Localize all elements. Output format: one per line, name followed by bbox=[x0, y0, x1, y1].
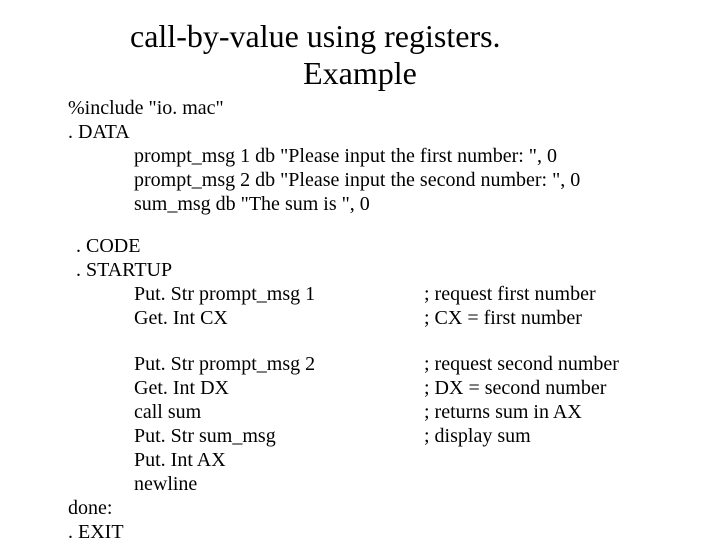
code-line: Put. Str sum_msg ; display sum bbox=[68, 424, 720, 448]
data-decl-1: prompt_msg 1 db "Please input the first … bbox=[68, 144, 720, 168]
code-section-label: . CODE bbox=[68, 234, 720, 258]
code-line: Get. Int CX ; CX = first number bbox=[68, 306, 720, 330]
slide-title: call-by-value using registers. Example bbox=[60, 18, 660, 92]
title-line-2: Example bbox=[60, 55, 660, 92]
comment: ; CX = first number bbox=[424, 306, 720, 330]
comment: ; request second number bbox=[424, 352, 720, 376]
code-line: Put. Str prompt_msg 1 ; request first nu… bbox=[68, 282, 720, 306]
instruction: newline bbox=[134, 472, 424, 496]
code-line: call sum ; returns sum in AX bbox=[68, 400, 720, 424]
title-line-1: call-by-value using registers. bbox=[130, 18, 660, 55]
instruction: call sum bbox=[134, 400, 424, 424]
spacer bbox=[68, 216, 720, 234]
instruction: Get. Int DX bbox=[134, 376, 424, 400]
code-line: Put. Str prompt_msg 2 ; request second n… bbox=[68, 352, 720, 376]
instruction: Put. Int AX bbox=[134, 448, 424, 472]
comment: ; returns sum in AX bbox=[424, 400, 720, 424]
instruction: Get. Int CX bbox=[134, 306, 424, 330]
done-label: done: bbox=[68, 496, 720, 520]
data-decl-3: sum_msg db "The sum is ", 0 bbox=[68, 192, 720, 216]
comment bbox=[424, 472, 720, 496]
code-line: Get. Int DX ; DX = second number bbox=[68, 376, 720, 400]
data-section-label: . DATA bbox=[68, 120, 720, 144]
comment bbox=[424, 448, 720, 472]
data-decl-2: prompt_msg 2 db "Please input the second… bbox=[68, 168, 720, 192]
comment: ; request first number bbox=[424, 282, 720, 306]
code-line: Put. Int AX bbox=[68, 448, 720, 472]
spacer bbox=[68, 330, 720, 352]
instruction: Put. Str prompt_msg 2 bbox=[134, 352, 424, 376]
include-directive: %include "io. mac" bbox=[68, 96, 720, 120]
comment: ; display sum bbox=[424, 424, 720, 448]
code-line: newline bbox=[68, 472, 720, 496]
slide: call-by-value using registers. Example %… bbox=[0, 0, 720, 540]
comment: ; DX = second number bbox=[424, 376, 720, 400]
startup-label: . STARTUP bbox=[68, 258, 720, 282]
instruction: Put. Str sum_msg bbox=[134, 424, 424, 448]
slide-body: %include "io. mac" . DATA prompt_msg 1 d… bbox=[68, 96, 720, 544]
instruction: Put. Str prompt_msg 1 bbox=[134, 282, 424, 306]
